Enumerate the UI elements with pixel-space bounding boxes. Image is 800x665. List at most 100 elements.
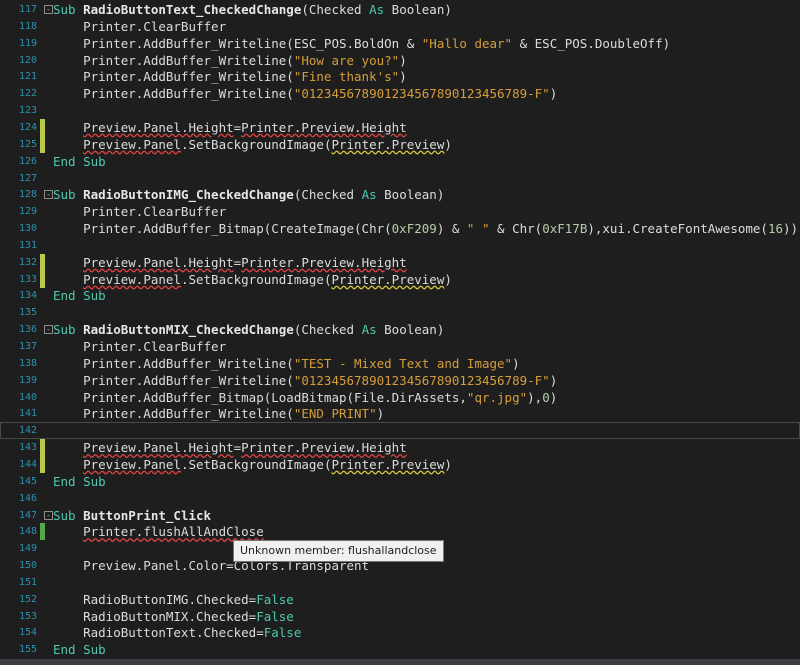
code-line[interactable]: 126 End Sub xyxy=(0,153,800,170)
collapse-icon[interactable]: - xyxy=(44,190,53,200)
code-token: (Checked xyxy=(293,322,362,338)
code-line[interactable]: 123 xyxy=(0,102,800,119)
code-line[interactable]: 133 Preview.Panel.SetBackgroundImage(Pri… xyxy=(0,270,800,288)
code-token: Sub xyxy=(53,2,84,17)
code-line[interactable]: 146 xyxy=(0,490,800,507)
code-token: Printer.flushAllAndClose xyxy=(83,524,264,540)
code-line[interactable]: 152 RadioButtonIMG.Checked=False xyxy=(0,591,800,608)
code-line[interactable]: 117- Sub RadioButtonText_CheckedChange(Ch… xyxy=(0,1,800,18)
line-number: 139 xyxy=(18,374,37,386)
code-line[interactable]: 118 Printer.ClearBuffer xyxy=(0,18,800,35)
code-token: "TEST - Mixed Text and Image" xyxy=(293,355,513,371)
code-text: Printer.AddBuffer_Writeline("How are you… xyxy=(53,52,407,69)
code-text: Printer.AddBuffer_Bitmap(LoadBitmap(File… xyxy=(53,389,557,406)
code-line[interactable]: 120 Printer.AddBuffer_Writeline("How are… xyxy=(0,52,800,69)
code-token: 0 xyxy=(542,389,550,405)
code-token: Printer.ClearBuffer xyxy=(53,339,227,354)
code-token: ) & xyxy=(436,221,467,237)
code-token: Sub xyxy=(53,322,84,338)
code-line[interactable]: 136- Sub RadioButtonMIX_CheckedChange(Che… xyxy=(0,321,800,338)
code-text: Printer.ClearBuffer xyxy=(53,338,226,355)
code-line[interactable]: 121 Printer.AddBuffer_Writeline("Fine th… xyxy=(0,68,800,85)
line-number: 117 xyxy=(18,4,37,15)
code-token: )), xyxy=(783,221,800,237)
code-token: End Sub xyxy=(53,153,106,169)
code-line[interactable]: 144 Preview.Panel.SetBackgroundImage(Pri… xyxy=(0,455,800,473)
code-token: "How are you?" xyxy=(293,52,400,68)
line-number: 155 xyxy=(18,644,37,656)
code-line[interactable]: 153 RadioButtonMIX.Checked=False xyxy=(0,608,800,625)
code-line[interactable]: 142 xyxy=(0,422,800,440)
code-line[interactable]: 131 xyxy=(0,237,800,254)
code-line[interactable]: 127 xyxy=(0,170,800,187)
code-token: .SetBackgroundImage( xyxy=(180,271,332,287)
code-line[interactable]: 147- Sub ButtonPrint_Click xyxy=(0,507,800,524)
line-number: 132 xyxy=(18,256,37,268)
code-line[interactable]: 140 Printer.AddBuffer_Bitmap(LoadBitmap(… xyxy=(0,389,800,406)
code-token: ),xui.CreateFontAwesome( xyxy=(587,221,768,237)
code-token: (Checked xyxy=(301,2,370,17)
collapse-icon[interactable]: - xyxy=(44,510,53,520)
change-marker xyxy=(40,135,45,153)
code-line[interactable]: 155 End Sub xyxy=(0,641,800,658)
code-text: Printer.AddBuffer_Writeline("01234567890… xyxy=(53,372,557,389)
code-token: Printer.Preview.Height xyxy=(241,119,407,135)
code-token: Printer.AddBuffer_Writeline( xyxy=(53,406,294,422)
code-line[interactable]: 122 Printer.AddBuffer_Writeline("0123456… xyxy=(0,85,800,102)
code-text: Printer.AddBuffer_Writeline("Fine thank'… xyxy=(53,68,407,85)
change-marker xyxy=(40,523,45,541)
line-number: 124 xyxy=(18,121,37,133)
code-text: Printer.flushAllAndClose xyxy=(53,523,264,540)
code-text: Preview.Panel.SetBackgroundImage(Printer… xyxy=(53,136,452,153)
code-line[interactable]: 134 End Sub xyxy=(0,287,800,304)
code-line[interactable]: 129 Printer.ClearBuffer xyxy=(0,203,800,220)
code-text: End Sub xyxy=(53,641,106,658)
change-marker xyxy=(40,270,45,288)
code-token: Preview.Panel xyxy=(83,271,181,287)
code-token: Printer.ClearBuffer xyxy=(53,204,227,220)
code-text: Preview.Panel.Height=Printer.Preview.Hei… xyxy=(53,439,407,456)
code-line[interactable]: 132 Preview.Panel.Height=Printer.Preview… xyxy=(0,253,800,271)
code-token: Sub xyxy=(53,507,84,523)
code-token: Printer.Preview.Height xyxy=(241,440,407,456)
code-token: Printer.AddBuffer_Bitmap(LoadBitmap(File… xyxy=(53,389,467,405)
code-token: Printer.Preview xyxy=(331,456,445,472)
code-token: ) xyxy=(549,86,558,102)
line-number: 122 xyxy=(18,88,37,100)
code-line[interactable]: 130 Printer.AddBuffer_Bitmap(CreateImage… xyxy=(0,220,800,237)
code-token: Boolean xyxy=(384,187,437,203)
code-token: Printer.AddBuffer_Writeline( xyxy=(53,69,294,85)
code-line[interactable]: 154 RadioButtonText.Checked=False xyxy=(0,624,800,641)
code-line[interactable]: 137 Printer.ClearBuffer xyxy=(0,338,800,355)
collapse-icon[interactable]: - xyxy=(44,5,53,14)
code-line[interactable]: 148 Printer.flushAllAndClose xyxy=(0,523,800,541)
code-token: End Sub xyxy=(53,288,106,304)
horizontal-scrollbar[interactable] xyxy=(0,659,800,665)
code-token: ), xyxy=(527,389,543,405)
line-number: 120 xyxy=(18,54,37,66)
code-line[interactable]: 138 Printer.AddBuffer_Writeline("TEST - … xyxy=(0,355,800,372)
code-line[interactable]: 145 End Sub xyxy=(0,473,800,490)
line-number: 152 xyxy=(18,593,37,605)
line-number: 125 xyxy=(18,138,37,150)
code-line[interactable]: 151 xyxy=(0,574,800,591)
code-line[interactable]: 143 Preview.Panel.Height=Printer.Preview… xyxy=(0,439,800,457)
line-number: 151 xyxy=(18,576,37,588)
code-token: 0xF209 xyxy=(391,221,437,237)
code-line[interactable]: 124 Preview.Panel.Height=Printer.Preview… xyxy=(0,118,800,136)
code-line[interactable]: 128- Sub RadioButtonIMG_CheckedChange(Che… xyxy=(0,186,800,203)
code-line[interactable]: 139 Printer.AddBuffer_Writeline("0123456… xyxy=(0,372,800,389)
code-line[interactable]: 119 Printer.AddBuffer_Writeline(ESC_POS.… xyxy=(0,35,800,52)
code-line[interactable]: 135 xyxy=(0,304,800,321)
code-token: RadioButtonIMG_CheckedChange xyxy=(83,187,294,203)
change-marker xyxy=(40,455,45,473)
code-text: Printer.ClearBuffer xyxy=(53,203,226,220)
line-number: 129 xyxy=(18,206,37,218)
code-line[interactable]: 141 Printer.AddBuffer_Writeline("END PRI… xyxy=(0,405,800,422)
code-line[interactable]: 125 Preview.Panel.SetBackgroundImage(Pri… xyxy=(0,135,800,153)
collapse-icon[interactable]: - xyxy=(44,325,53,335)
